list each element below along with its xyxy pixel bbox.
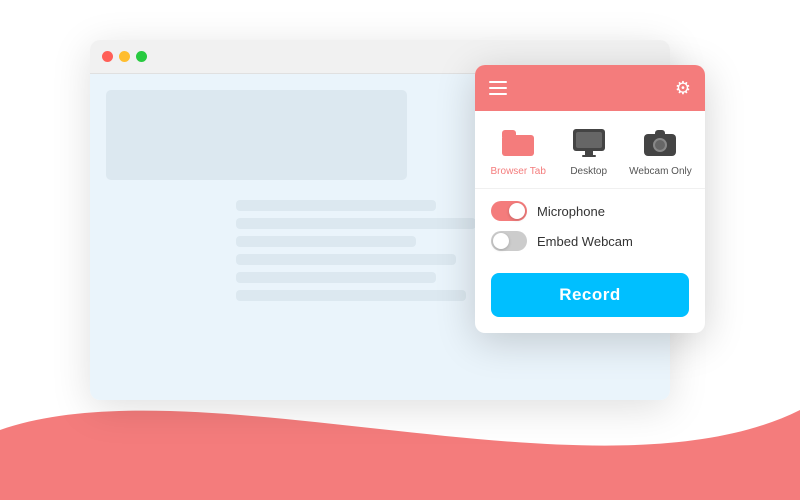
popup-record-container: Record — [475, 263, 705, 333]
popup-panel: ⚙ Browser Tab Desktop — [475, 65, 705, 333]
microphone-toggle-knob — [509, 203, 525, 219]
tab-desktop[interactable]: Desktop — [559, 125, 619, 178]
tab-browser-label: Browser Tab — [491, 166, 546, 178]
content-image-placeholder — [106, 90, 407, 180]
gear-icon[interactable]: ⚙ — [675, 78, 691, 99]
hamburger-icon[interactable] — [489, 81, 507, 96]
content-line — [236, 218, 476, 229]
content-line — [236, 254, 456, 265]
popup-toggles: Microphone Embed Webcam — [475, 189, 705, 263]
record-button[interactable]: Record — [491, 273, 689, 317]
folder-icon — [500, 125, 536, 161]
monitor-icon — [571, 125, 607, 161]
embed-webcam-toggle-knob — [493, 233, 509, 249]
microphone-toggle-row: Microphone — [491, 201, 689, 221]
tab-webcam[interactable]: Webcam Only — [629, 125, 692, 178]
embed-webcam-label: Embed Webcam — [537, 234, 633, 249]
microphone-label: Microphone — [537, 204, 605, 219]
microphone-toggle[interactable] — [491, 201, 527, 221]
content-line — [236, 272, 436, 283]
embed-webcam-toggle[interactable] — [491, 231, 527, 251]
embed-webcam-toggle-row: Embed Webcam — [491, 231, 689, 251]
tab-browser[interactable]: Browser Tab — [488, 125, 548, 178]
tab-webcam-label: Webcam Only — [629, 166, 692, 178]
tab-desktop-label: Desktop — [570, 166, 607, 178]
popup-header: ⚙ — [475, 65, 705, 111]
dot-yellow — [119, 51, 130, 62]
content-line — [236, 200, 436, 211]
page: { "page": { "background_color": "#f9f9f9… — [0, 0, 800, 500]
content-line — [236, 290, 466, 301]
popup-tabs: Browser Tab Desktop — [475, 111, 705, 189]
content-line — [236, 236, 416, 247]
dot-green — [136, 51, 147, 62]
camera-icon — [642, 125, 678, 161]
dot-red — [102, 51, 113, 62]
